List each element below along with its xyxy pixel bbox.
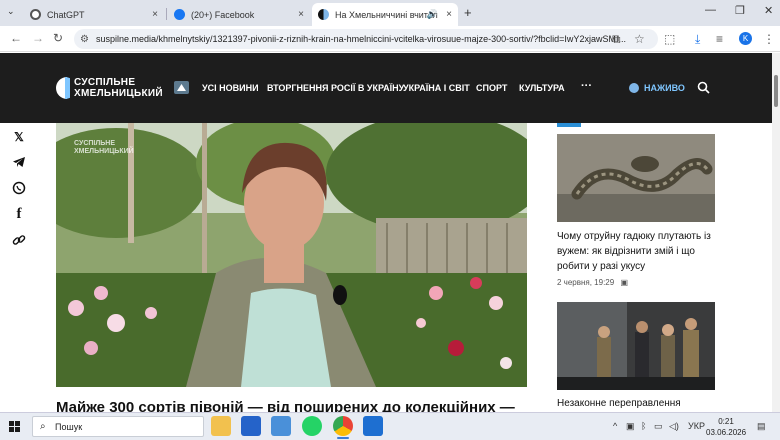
extensions-icon[interactable]: ⬚ (664, 32, 675, 46)
whatsapp-icon[interactable] (302, 416, 322, 436)
chatgpt-icon (30, 9, 41, 20)
outlook-icon[interactable] (363, 416, 383, 436)
close-tab-icon[interactable]: × (446, 9, 452, 20)
forward-icon[interactable]: → (32, 31, 44, 45)
audio-icon[interactable]: 🔊 (427, 9, 438, 20)
windows-start-icon[interactable] (9, 421, 20, 432)
bluetooth-icon[interactable]: ᛒ (641, 421, 646, 431)
logo-line-1: СУСПІЛЬНЕ (74, 77, 136, 88)
sidebar-category-tag[interactable] (557, 123, 581, 127)
nav-more-button[interactable]: ··· (581, 80, 592, 92)
close-tab-icon[interactable]: × (152, 9, 158, 20)
tab-search-icon[interactable]: ⌄ (7, 6, 15, 17)
browser-menu-icon[interactable]: ⋮ (763, 32, 775, 46)
nav-ukraine-world[interactable]: УКРАЇНА І СВІТ (403, 83, 470, 93)
search-icon: ⌕ (40, 421, 46, 432)
reload-icon[interactable]: ↻ (53, 31, 63, 45)
url-input[interactable]: suspilne.media/khmelnytskiy/1321397-pivo… (74, 29, 658, 49)
suspilne-logo-icon[interactable] (56, 77, 70, 99)
tab-chatgpt[interactable]: ChatGPT × (24, 3, 164, 26)
nav-invasion[interactable]: ВТОРГНЕННЯ РОСІЇ В УКРАЇНУ (267, 83, 404, 93)
scrollbar-thumb[interactable] (774, 75, 778, 107)
copy-link-icon[interactable] (10, 231, 28, 249)
volume-icon[interactable]: ◁) (669, 421, 679, 432)
url-text: suspilne.media/khmelnytskiy/1321397-pivo… (96, 34, 626, 44)
tab-suspilne[interactable]: На Хмельниччині вчител 🔊 × (312, 3, 458, 26)
watermark-line-2: ХМЕЛЬНИЦЬКИЙ (74, 148, 134, 155)
address-bar-row: ← → ↻ suspilne.media/khmelnytskiy/132139… (0, 26, 780, 52)
taskbar-search-input[interactable]: ⌕ Пошук (32, 416, 204, 437)
clock-date: 03.06.2026 (706, 428, 747, 437)
share-facebook-icon[interactable]: f (10, 205, 28, 223)
back-icon[interactable]: ← (10, 31, 22, 45)
window-close-icon[interactable]: ✕ (764, 4, 773, 17)
tab-title: (20+) Facebook (191, 9, 255, 20)
share-viber-icon[interactable] (10, 179, 28, 197)
tray-chevron-icon[interactable]: ^ (613, 421, 617, 431)
live-dot-icon (629, 83, 639, 93)
news-thumbnail-border[interactable] (557, 302, 715, 390)
mail-icon[interactable] (271, 416, 291, 436)
browser-tab-bar: ⌄ ChatGPT × (20+) Facebook × На Хмельнич… (0, 0, 780, 26)
profile-avatar[interactable]: K (739, 32, 752, 45)
nav-all-news[interactable]: УСІ НОВИНИ (202, 83, 259, 93)
store-icon[interactable] (241, 416, 261, 436)
maximize-icon[interactable]: ❐ (735, 4, 745, 17)
bookmark-star-icon[interactable]: ☆ (634, 32, 645, 46)
download-icon[interactable]: ⤓ (695, 32, 700, 47)
article-hero-image (56, 123, 527, 387)
tab-facebook[interactable]: (20+) Facebook × (168, 3, 310, 26)
hero-watermark: СУСПІЛЬНЕ ХМЕЛЬНИЦЬКИЙ (74, 140, 134, 156)
chrome-icon[interactable] (333, 416, 353, 439)
tab-divider (166, 8, 167, 20)
notifications-icon[interactable]: ▤ (757, 421, 766, 432)
live-link[interactable]: НАЖИВО (644, 83, 685, 93)
tab-title: На Хмельниччині вчител (335, 9, 438, 20)
region-badge-icon[interactable] (174, 81, 189, 94)
site-logo[interactable]: СУСПІЛЬНЕ ХМЕЛЬНИЦЬКИЙ (74, 77, 163, 99)
clock-time: 0:21 (718, 417, 734, 426)
camera-icon: ▣ (620, 278, 628, 287)
file-explorer-icon[interactable] (211, 416, 231, 436)
taskbar-clock[interactable]: 0:21 03.06.2026 (706, 416, 746, 438)
news-thumbnail-viper[interactable] (557, 134, 715, 222)
language-indicator[interactable]: УКР (688, 421, 705, 431)
close-tab-icon[interactable]: × (298, 9, 304, 20)
site-info-icon[interactable]: ⚙ (80, 34, 89, 45)
nav-sport[interactable]: СПОРТ (476, 83, 507, 93)
share-x-icon[interactable]: 𝕏 (10, 128, 28, 146)
network-icon[interactable]: ▭ (654, 421, 663, 432)
facebook-icon (174, 9, 185, 20)
news-item-time: 2 червня, 19:29 ▣ (557, 278, 628, 287)
search-icon[interactable] (697, 81, 710, 94)
news-time-text: 2 червня, 19:29 (557, 278, 615, 287)
news-item-title[interactable]: Незаконне переправлення (557, 398, 681, 409)
logo-line-2: ХМЕЛЬНИЦЬКИЙ (74, 88, 163, 99)
suspilne-icon (318, 9, 329, 20)
nav-culture[interactable]: КУЛЬТУРА (519, 83, 565, 93)
minimize-icon[interactable]: — (705, 4, 716, 16)
install-app-icon[interactable]: ⧉ (612, 32, 621, 47)
news-item-title[interactable]: Чому отруйну гадюку плутають із вужем: я… (557, 229, 722, 274)
search-placeholder: Пошук (55, 421, 83, 432)
new-tab-button[interactable]: + (464, 5, 472, 20)
share-telegram-icon[interactable] (10, 153, 28, 171)
tab-title: ChatGPT (47, 9, 85, 20)
media-queue-icon[interactable]: ≡ (716, 32, 723, 46)
tray-app-icon[interactable]: ▣ (626, 421, 635, 432)
watermark-line-1: СУСПІЛЬНЕ (74, 140, 116, 147)
